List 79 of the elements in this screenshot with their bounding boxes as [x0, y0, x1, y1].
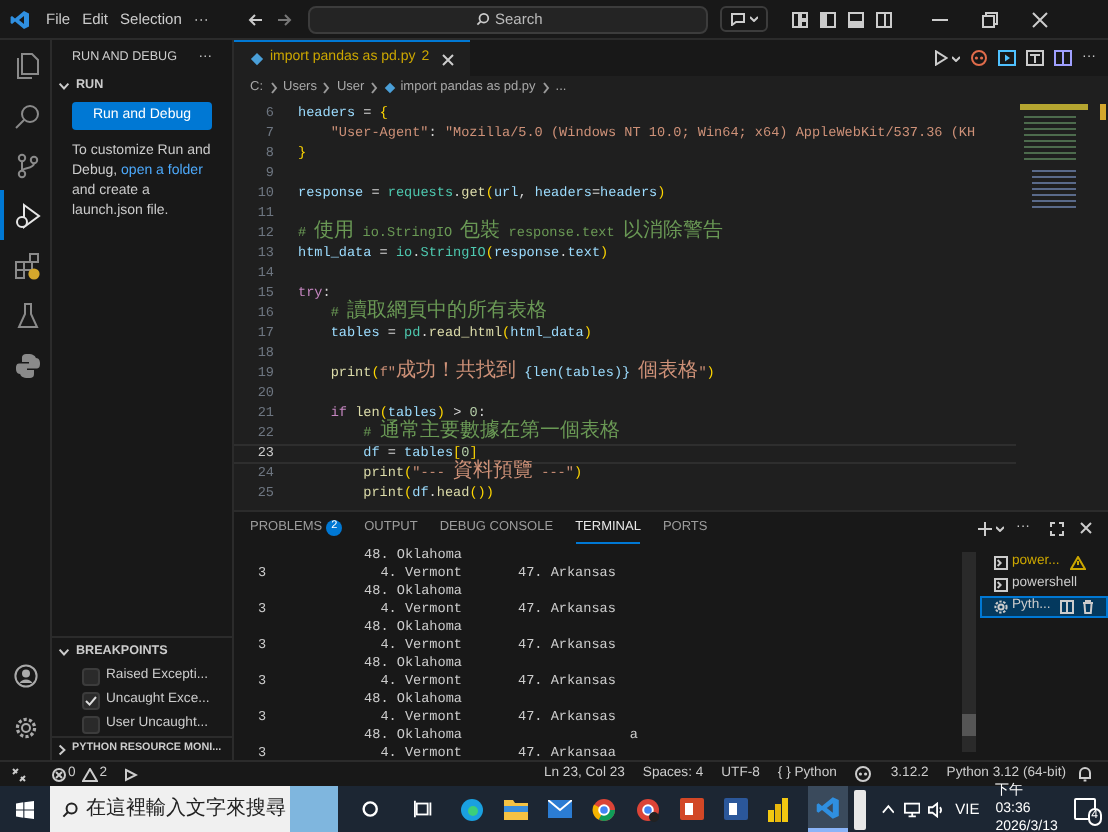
chevron-down-icon [58, 645, 70, 657]
editor-taskbar-button[interactable] [808, 786, 849, 832]
account-icon[interactable] [13, 664, 37, 688]
task-view-icon[interactable] [414, 800, 433, 818]
chevron-right-icon [541, 82, 550, 94]
taskbar-scroller[interactable] [854, 789, 866, 829]
search-icon [475, 12, 489, 26]
checkbox[interactable] [82, 667, 100, 685]
branch-icon [13, 151, 41, 179]
checkbox[interactable] [82, 715, 100, 733]
search-icon [62, 801, 79, 817]
debug-icon[interactable] [123, 767, 138, 781]
copilot-icon[interactable] [970, 50, 988, 66]
speaker-icon[interactable] [928, 801, 946, 817]
caret-icon[interactable] [952, 55, 960, 61]
remote-icon[interactable] [12, 767, 26, 781]
chat-icon [730, 12, 747, 26]
cortana-icon[interactable] [362, 800, 379, 818]
close-icon[interactable] [1032, 11, 1049, 27]
error-icon[interactable] [52, 767, 66, 781]
snake-icon [13, 351, 41, 379]
mail-icon[interactable] [548, 800, 573, 818]
browser-icon[interactable] [636, 797, 661, 821]
editor-logo-icon [816, 795, 841, 819]
minimap [1020, 104, 1088, 212]
sidebar-toggle-icon[interactable] [820, 11, 837, 27]
windows-start-icon[interactable] [16, 799, 35, 819]
warning-icon[interactable] [81, 767, 98, 781]
notification-bell-icon[interactable] [1078, 766, 1092, 782]
split-editor-icon[interactable] [1054, 50, 1072, 66]
python-file-icon [250, 52, 264, 66]
back-arrow-icon[interactable] [248, 11, 265, 27]
panel-toggle-icon[interactable] [848, 11, 865, 27]
scrollbar-marker [1100, 104, 1106, 120]
slides-app-icon[interactable] [680, 798, 705, 820]
trash-icon[interactable] [1082, 600, 1095, 614]
document-app-icon[interactable] [724, 798, 749, 820]
new-terminal-icon[interactable] [978, 521, 992, 535]
chevron-right-icon [56, 743, 68, 755]
chevron-right-icon [322, 82, 331, 94]
caret-icon [750, 16, 759, 22]
flask-icon [13, 301, 41, 329]
network-icon[interactable] [904, 801, 921, 817]
terminal-icon [994, 556, 1008, 570]
python-file-icon [384, 82, 397, 94]
chat-button[interactable] [720, 6, 769, 32]
files-icon [13, 51, 41, 79]
search-icon [13, 101, 41, 129]
checkbox[interactable] [82, 691, 100, 709]
template-icon[interactable] [1026, 50, 1044, 66]
gear-icon [994, 600, 1008, 614]
terminal-icon [994, 578, 1008, 592]
taskbar-search-field[interactable]: 在這裡輸入文字來搜尋 [50, 786, 339, 832]
restore-icon[interactable] [982, 11, 999, 27]
search-placeholder: 在這裡輸入文字來搜尋 [86, 795, 287, 824]
copilot-icon[interactable] [854, 766, 873, 782]
forward-arrow-icon[interactable] [276, 11, 293, 27]
secondary-sidebar-icon[interactable] [876, 11, 893, 27]
layout-icon[interactable] [792, 11, 809, 27]
folder-icon[interactable] [504, 798, 529, 820]
chevron-down-icon [58, 80, 70, 92]
caret-icon[interactable] [996, 525, 1004, 531]
run-icon[interactable] [934, 50, 948, 66]
close-icon[interactable] [1080, 522, 1092, 534]
run-debug-icon [13, 201, 41, 229]
browser-icon[interactable] [592, 797, 617, 821]
browser-icon[interactable] [460, 797, 485, 821]
preview-icon[interactable] [998, 50, 1016, 66]
chevron-right-icon [269, 82, 277, 94]
check-icon [84, 693, 98, 707]
chevron-right-icon [370, 82, 379, 94]
split-terminal-icon[interactable] [1060, 600, 1075, 614]
bar-chart-app-icon[interactable] [768, 797, 789, 821]
editor-logo-icon [10, 9, 30, 29]
extensions-icon [13, 251, 41, 279]
close-icon[interactable] [441, 53, 454, 65]
chevron-up-icon[interactable] [881, 804, 895, 814]
maximize-icon[interactable] [1050, 521, 1064, 535]
settings-icon[interactable] [13, 716, 37, 740]
